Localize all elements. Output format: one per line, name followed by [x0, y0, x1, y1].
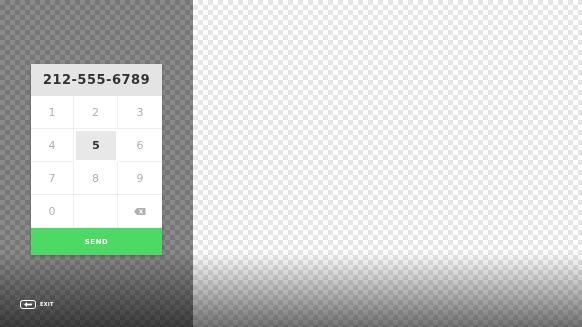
back-arrow-icon — [20, 300, 36, 309]
right-pane-background — [193, 0, 582, 327]
key-7[interactable]: 7 — [31, 162, 74, 195]
key-0[interactable]: 0 — [31, 195, 74, 228]
key-9[interactable]: 9 — [118, 162, 162, 195]
keypad: 1 2 3 4 5 6 7 8 9 0 — [31, 96, 162, 228]
key-8[interactable]: 8 — [74, 162, 118, 195]
key-2[interactable]: 2 — [74, 96, 118, 129]
key-1[interactable]: 1 — [31, 96, 74, 129]
dialer-panel: 212-555-6789 1 2 3 4 5 6 7 8 9 0 SEND — [31, 64, 162, 255]
exit-label: EXIT — [40, 301, 54, 308]
key-4[interactable]: 4 — [31, 129, 74, 162]
send-button[interactable]: SEND — [31, 228, 162, 255]
screen: 212-555-6789 1 2 3 4 5 6 7 8 9 0 SEND EX… — [0, 0, 582, 327]
backspace-icon — [134, 207, 146, 215]
key-6[interactable]: 6 — [118, 129, 162, 162]
phone-number-display: 212-555-6789 — [31, 64, 162, 96]
key-5[interactable]: 5 — [76, 131, 116, 160]
key-empty — [74, 195, 118, 228]
exit-button[interactable]: EXIT — [20, 300, 54, 309]
key-3[interactable]: 3 — [118, 96, 162, 129]
backspace-button[interactable] — [118, 195, 162, 228]
